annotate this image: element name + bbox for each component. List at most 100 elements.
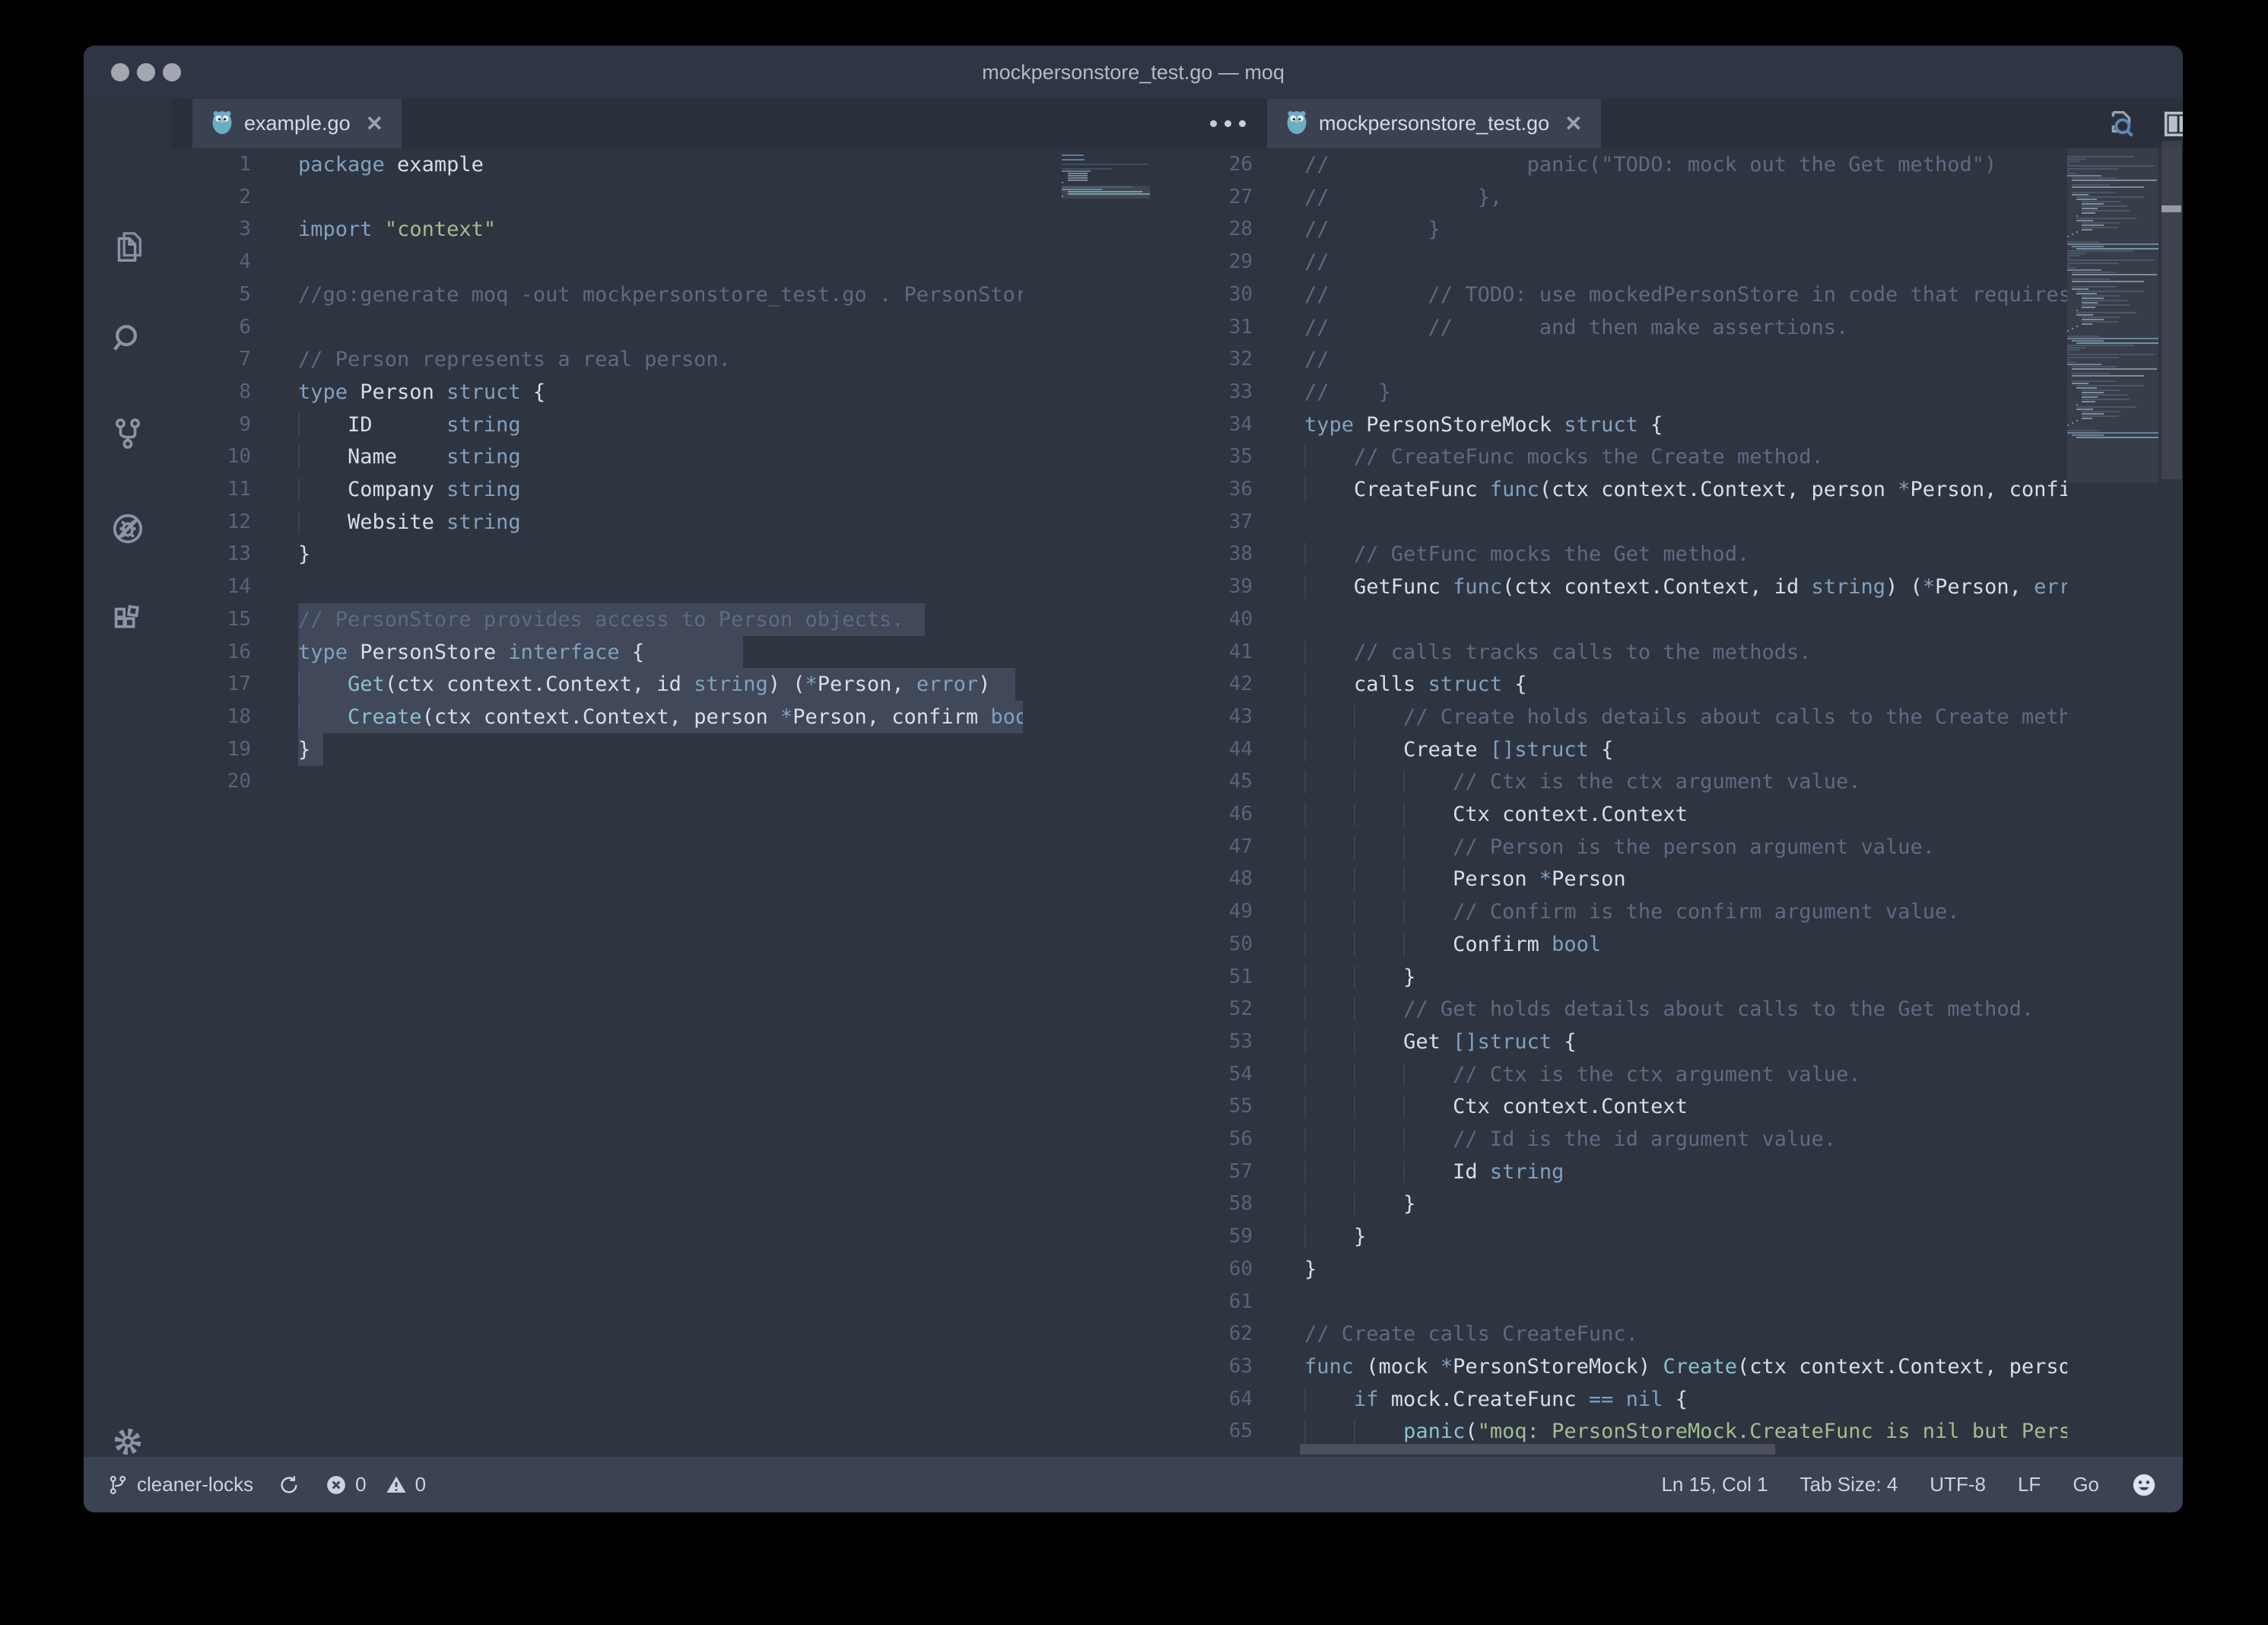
code-line: 42 calls struct {	[1153, 668, 2067, 701]
cursor-position[interactable]: Ln 15, Col 1	[1661, 1473, 1768, 1496]
code-line: 1package example	[171, 148, 1023, 181]
line-number: 48	[1153, 863, 1253, 895]
code-line: 51 }	[1153, 961, 2067, 994]
line-number: 30	[1153, 278, 1253, 311]
line-number: 57	[1153, 1156, 1253, 1188]
tab-close-icon[interactable]: ✕	[366, 111, 383, 136]
indentation[interactable]: Tab Size: 4	[1800, 1473, 1898, 1496]
code-line: 55 Ctx context.Context	[1153, 1090, 2067, 1123]
left-group-more-actions-icon[interactable]	[1210, 120, 1246, 127]
explorer-icon[interactable]	[110, 230, 145, 265]
line-number: 8	[171, 376, 251, 409]
line-number: 27	[1153, 181, 1253, 214]
branch-indicator[interactable]: cleaner-locks	[106, 1473, 253, 1496]
line-number: 1	[171, 148, 251, 181]
line-number: 3	[171, 213, 251, 246]
line-number: 29	[1153, 246, 1253, 278]
code-line: 59 }	[1153, 1220, 2067, 1253]
split-editor-icon[interactable]	[2161, 107, 2183, 142]
line-number: 37	[1153, 506, 1253, 539]
tab-mockpersonstore-test-go[interactable]: mockpersonstore_test.go ✕	[1267, 99, 1601, 148]
line-number: 62	[1153, 1318, 1253, 1350]
vertical-scrollbar[interactable]	[2162, 141, 2181, 479]
code-line: 20	[171, 765, 1023, 798]
code-line: 58 }	[1153, 1188, 2067, 1220]
line-number: 14	[171, 571, 251, 603]
open-changes-search-icon[interactable]	[2103, 107, 2138, 142]
line-number: 47	[1153, 831, 1253, 863]
line-number: 19	[171, 733, 251, 766]
extensions-icon[interactable]	[110, 603, 145, 638]
code-line: 43 // Create holds details about calls t…	[1153, 701, 2067, 733]
window-title: mockpersonstore_test.go — moq	[84, 46, 2183, 99]
activity-bar	[84, 99, 171, 1457]
source-control-icon[interactable]	[110, 416, 145, 451]
tab-close-icon[interactable]: ✕	[1564, 111, 1582, 136]
code-line: 64 if mock.CreateFunc == nil {	[1153, 1383, 2067, 1416]
line-number: 50	[1153, 928, 1253, 961]
line-number: 10	[171, 440, 251, 473]
code-line: 33// }	[1153, 376, 2067, 409]
debug-icon[interactable]	[110, 511, 145, 546]
line-number: 43	[1153, 701, 1253, 733]
line-number: 15	[171, 603, 251, 636]
eol-sequence[interactable]: LF	[2018, 1473, 2041, 1496]
problems-indicator[interactable]: 0 0	[325, 1473, 426, 1496]
line-number: 55	[1153, 1090, 1253, 1123]
line-number: 7	[171, 343, 251, 376]
line-number: 16	[171, 636, 251, 669]
feedback-smiley-icon[interactable]	[2131, 1472, 2157, 1498]
code-line: 37	[1153, 506, 2067, 539]
code-line: 16type PersonStore interface {	[171, 636, 1023, 669]
line-number: 33	[1153, 376, 1253, 409]
code-line: 9 ID string	[171, 409, 1023, 441]
horizontal-scrollbar[interactable]	[1300, 1444, 1775, 1455]
code-line: 28// }	[1153, 213, 2067, 246]
code-line: 34type PersonStoreMock struct {	[1153, 409, 2067, 441]
tab-bar: example.go ✕ mockpersonstore_test.go ✕	[171, 99, 2183, 148]
tab-example-go[interactable]: example.go ✕	[192, 99, 402, 148]
line-number: 35	[1153, 440, 1253, 473]
line-number: 45	[1153, 765, 1253, 798]
line-number: 40	[1153, 603, 1253, 636]
line-number: 11	[171, 473, 251, 506]
line-number: 63	[1153, 1350, 1253, 1383]
code-line: 46 Ctx context.Context	[1153, 798, 2067, 831]
code-line: 53 Get []struct {	[1153, 1026, 2067, 1058]
search-icon[interactable]	[110, 321, 145, 356]
branch-name: cleaner-locks	[137, 1473, 253, 1496]
tab-label: example.go	[244, 112, 351, 135]
code-line: 41 // calls tracks calls to the methods.	[1153, 636, 2067, 669]
encoding[interactable]: UTF-8	[1930, 1473, 1986, 1496]
minimap-left[interactable]	[1062, 148, 1150, 1457]
editor-mockpersonstore-test-go[interactable]: 26// panic("TODO: mock out the Get metho…	[1153, 148, 2067, 1457]
code-line: 40	[1153, 603, 2067, 636]
code-line: 30// // TODO: use mockedPersonStore in c…	[1153, 278, 2067, 311]
line-number: 44	[1153, 733, 1253, 766]
title-bar: mockpersonstore_test.go — moq	[84, 46, 2183, 99]
settings-gear-icon[interactable]	[110, 1424, 145, 1459]
line-number: 64	[1153, 1383, 1253, 1416]
code-line: 39 GetFunc func(ctx context.Context, id …	[1153, 571, 2067, 603]
line-number: 41	[1153, 636, 1253, 669]
line-number: 49	[1153, 895, 1253, 928]
line-number: 51	[1153, 961, 1253, 994]
editor-example-go[interactable]: 1package example23import "context"45//go…	[171, 148, 1023, 1457]
line-number: 18	[171, 701, 251, 733]
code-line: 45 // Ctx is the ctx argument value.	[1153, 765, 2067, 798]
error-count: 0	[355, 1473, 366, 1496]
line-number: 13	[171, 538, 251, 571]
code-line: 13}	[171, 538, 1023, 571]
code-line: 5//go:generate moq -out mockpersonstore_…	[171, 278, 1023, 311]
code-line: 47 // Person is the person argument valu…	[1153, 831, 2067, 863]
line-number: 31	[1153, 311, 1253, 344]
line-number: 56	[1153, 1123, 1253, 1156]
minimap-slider[interactable]	[2067, 148, 2158, 483]
language-mode[interactable]: Go	[2073, 1473, 2099, 1496]
line-number: 32	[1153, 343, 1253, 376]
line-number: 17	[171, 668, 251, 701]
code-line: 18 Create(ctx context.Context, person *P…	[171, 701, 1023, 733]
sync-button[interactable]	[278, 1474, 300, 1496]
line-number: 4	[171, 246, 251, 278]
line-number: 26	[1153, 148, 1253, 181]
